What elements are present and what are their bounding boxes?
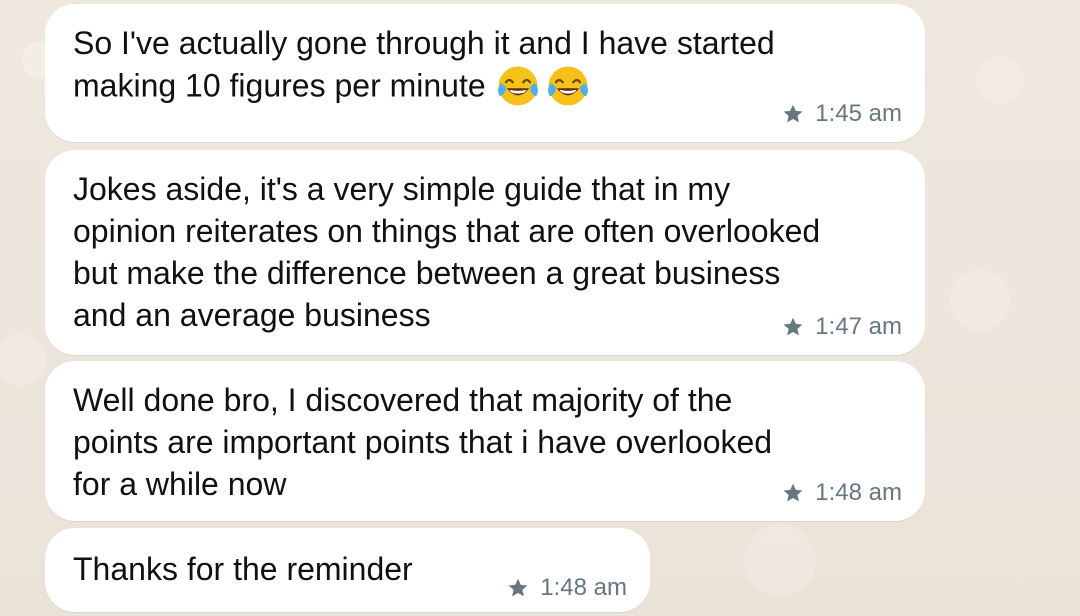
message-text: Well done bro, I discovered that majorit…: [73, 382, 773, 502]
message-time: 1:47 am: [815, 313, 902, 340]
message-bubble[interactable]: Thanks for the reminder 1:48 am: [45, 528, 650, 612]
face-with-tears-of-joy-emoji: [497, 66, 538, 106]
message-meta: 1:45 am: [781, 102, 902, 126]
message-bubble[interactable]: Well done bro, I discovered that majorit…: [45, 361, 925, 521]
message-time: 1:48 am: [540, 574, 627, 601]
chat-history: So I've actually gone through it and I h…: [0, 0, 1080, 616]
message-text: So I've actually gone through it and I h…: [73, 22, 895, 112]
star-icon: [783, 104, 803, 123]
message-time: 1:45 am: [815, 100, 902, 127]
star-icon: [783, 317, 803, 336]
message-time: 1:48 am: [815, 479, 902, 506]
message-meta: 1:48 am: [506, 576, 627, 600]
message-bubble[interactable]: So I've actually gone through it and I h…: [45, 4, 925, 142]
message-text: Jokes aside, it's a very simple guide th…: [73, 171, 821, 333]
face-with-tears-of-joy-emoji: [547, 66, 588, 106]
message-meta: 1:48 am: [781, 481, 902, 505]
message-bubble[interactable]: Jokes aside, it's a very simple guide th…: [45, 150, 925, 355]
star-icon: [508, 578, 528, 597]
star-icon: [783, 483, 803, 502]
emoji-group: [494, 62, 592, 110]
message-meta: 1:47 am: [781, 315, 902, 339]
